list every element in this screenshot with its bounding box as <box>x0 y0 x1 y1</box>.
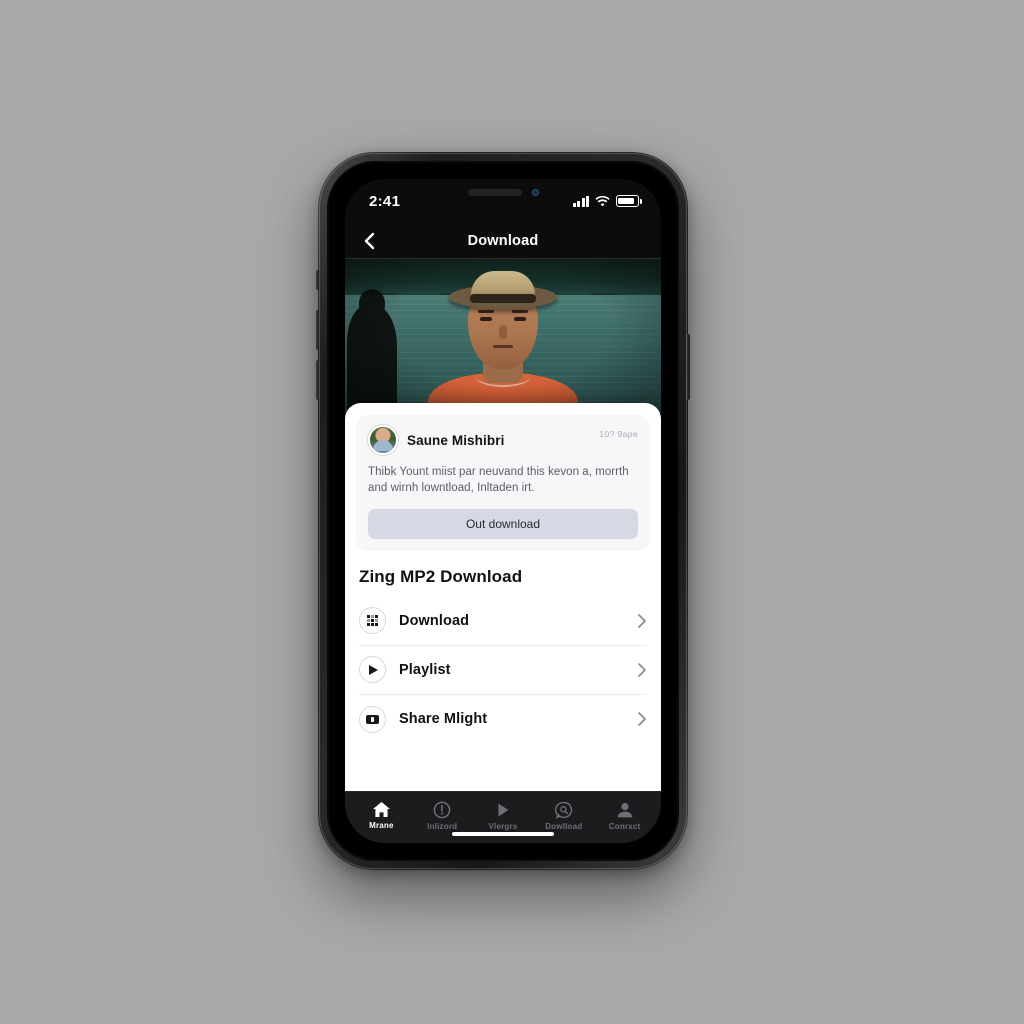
chat-search-icon <box>554 801 572 819</box>
power-button[interactable] <box>686 334 690 400</box>
status-clock: 2:41 <box>369 192 401 210</box>
tab-label: Dowlload <box>545 821 583 831</box>
post-body-text: Thibk Yount miist par neuvand this kevon… <box>368 466 629 495</box>
list-item-label: Download <box>399 612 470 629</box>
volume-down-button[interactable] <box>316 360 320 400</box>
section-title: Zing MP2 Download <box>359 566 523 586</box>
status-bar: 2:41 <box>345 179 661 223</box>
list-item-label: Playlist <box>399 661 451 678</box>
notch <box>455 188 551 197</box>
tab-label: Vlergrs <box>488 821 518 831</box>
post-meta: 10? 9ape <box>599 429 638 439</box>
chevron-right-icon <box>638 662 646 677</box>
tab-home[interactable]: Mrane <box>351 801 412 830</box>
wifi-icon <box>595 195 610 206</box>
tab-label: Mrane <box>369 821 394 830</box>
alert-circle-icon <box>433 801 451 818</box>
list-item-download[interactable]: Download <box>359 597 647 646</box>
home-indicator-bar[interactable] <box>452 832 554 836</box>
hero-vignette <box>345 259 661 413</box>
tab-contact[interactable]: Conrxct <box>594 801 655 831</box>
tab-download[interactable]: Dowlload <box>533 801 594 831</box>
chevron-right-icon <box>638 613 646 628</box>
out-download-button[interactable]: Out download <box>368 508 638 539</box>
volume-up-button[interactable] <box>316 310 320 350</box>
play-icon <box>498 803 509 816</box>
play-icon <box>359 656 386 684</box>
list-item-label: Share Mlight <box>399 711 488 728</box>
options-list: Download Playlist Share Mlight <box>359 597 647 744</box>
chevron-left-icon <box>364 232 375 249</box>
list-item-share[interactable]: Share Mlight <box>359 695 647 744</box>
phone-device: 2:41 Download Saune Mishibri 10? 9ape Th… <box>316 152 690 870</box>
avatar[interactable] <box>368 425 398 455</box>
tab-label: Conrxct <box>608 821 641 831</box>
person-icon <box>617 802 632 817</box>
page-title: Download <box>467 232 539 249</box>
home-icon <box>372 802 390 817</box>
battery-icon <box>616 195 642 207</box>
grid-apps-icon <box>359 607 386 635</box>
status-indicators <box>572 195 642 207</box>
card-screen-icon <box>359 705 386 733</box>
tab-label: Inlizord <box>427 821 458 831</box>
cellular-bars-icon <box>572 195 589 207</box>
chevron-right-icon <box>638 712 646 727</box>
mute-switch[interactable] <box>316 270 320 290</box>
tab-videos[interactable]: Vlergrs <box>473 801 534 831</box>
post-header: Saune Mishibri 10? 9ape <box>368 425 638 455</box>
hero-video-still[interactable] <box>345 259 661 413</box>
phone-bezel: 2:41 Download Saune Mishibri 10? 9ape Th… <box>327 161 679 861</box>
front-camera-icon <box>531 189 539 196</box>
tab-alerts[interactable]: Inlizord <box>412 801 473 831</box>
content-sheet: Saune Mishibri 10? 9ape Thibk Yount miis… <box>345 403 661 791</box>
speaker-slot-icon <box>467 189 522 196</box>
back-button[interactable] <box>359 230 381 252</box>
list-item-playlist[interactable]: Playlist <box>359 646 647 695</box>
phone-screen: 2:41 Download Saune Mishibri 10? 9ape Th… <box>345 179 661 843</box>
post-card: Saune Mishibri 10? 9ape Thibk Yount miis… <box>356 415 650 551</box>
nav-bar: Download <box>345 223 661 259</box>
post-author: Saune Mishibri <box>407 432 505 448</box>
